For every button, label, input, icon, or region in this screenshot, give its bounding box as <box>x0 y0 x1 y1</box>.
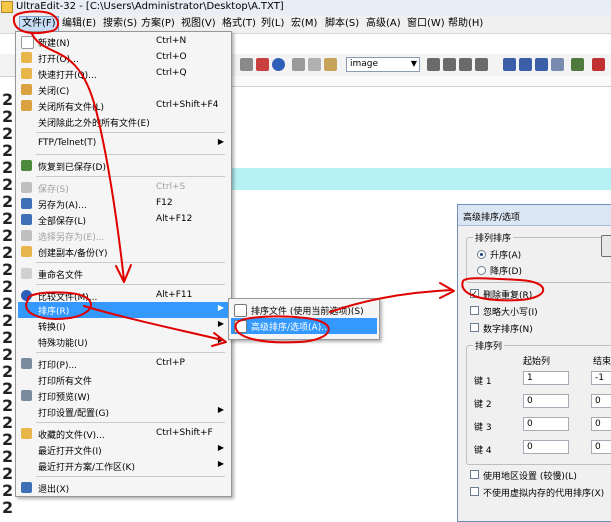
annotation-circle-remove-duplicates <box>461 277 545 302</box>
annotation-arrow-to-sort <box>31 33 125 281</box>
annotation-line-to-submenu <box>83 305 223 341</box>
red-annotations <box>12 10 545 347</box>
annotation-arrow-to-dialog <box>329 289 453 313</box>
annotation-circle-file-menu <box>12 10 60 35</box>
annotation-circle-sort <box>25 291 92 320</box>
annotation-circle-advanced-sort <box>234 315 330 344</box>
